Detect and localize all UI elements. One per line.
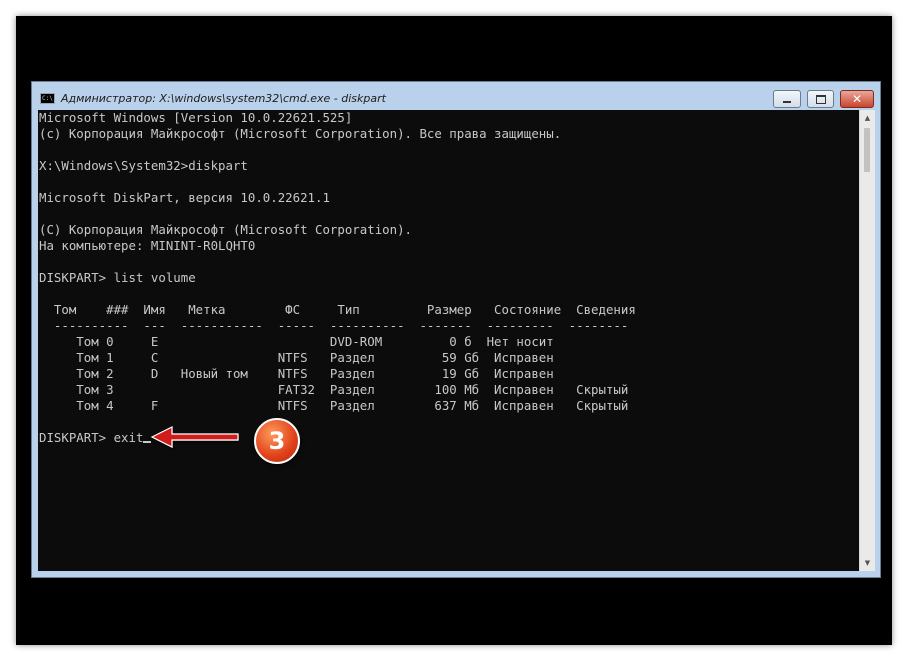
volume-table-separator: ---------- --- ----------- ----- -------…: [39, 318, 629, 333]
scrollbar-thumb[interactable]: [864, 128, 870, 172]
volume-row: Том 4 F NTFS Раздел 637 Мб Исправен Скры…: [39, 398, 629, 413]
volume-table-header: Том ### Имя Метка ФС Тип Размер Состояни…: [39, 302, 636, 317]
console-line: Microsoft DiskPart, версия 10.0.22621.1: [39, 190, 330, 205]
annotation-arrow-icon: [150, 426, 239, 448]
close-button[interactable]: ✕: [840, 90, 874, 108]
volume-row: Том 2 D Новый том NTFS Раздел 19 Gб Испр…: [39, 366, 554, 381]
step-number-badge: 3: [254, 418, 300, 464]
minimize-icon: [783, 101, 791, 103]
close-icon: ✕: [851, 92, 863, 106]
title-bar[interactable]: C:\ Администратор: X:\windows\system32\c…: [32, 82, 880, 110]
console-line: X:\Windows\System32>diskpart: [39, 158, 248, 173]
scroll-down-icon[interactable]: ▼: [862, 557, 873, 569]
prompt-command[interactable]: DISKPART> exit: [39, 430, 143, 445]
vertical-scrollbar[interactable]: ▲ ▼: [859, 110, 875, 571]
console-line: Microsoft Windows [Version 10.0.22621.52…: [39, 110, 353, 125]
scroll-up-icon[interactable]: ▲: [862, 112, 873, 124]
console-line: (c) Корпорация Майкрософт (Microsoft Cor…: [39, 126, 562, 141]
volume-row: Том 1 C NTFS Раздел 59 Gб Исправен: [39, 350, 554, 365]
console-line: DISKPART> list volume: [39, 270, 196, 285]
console-line: На компьютере: MININT-R0LQHT0: [39, 238, 256, 253]
minimize-button[interactable]: [773, 90, 801, 108]
console-output[interactable]: Microsoft Windows [Version 10.0.22621.52…: [38, 110, 859, 571]
window-title: Администратор: X:\windows\system32\cmd.e…: [61, 92, 386, 105]
maximize-icon: [815, 94, 826, 104]
cmd-icon: C:\: [40, 93, 55, 104]
volume-row: Том 3 FAT32 Раздел 100 Мб Исправен Скрыт…: [39, 382, 629, 397]
volume-row: Том 0 E DVD-ROM 0 б Нет носит: [39, 334, 554, 349]
cmd-window[interactable]: C:\ Администратор: X:\windows\system32\c…: [31, 81, 881, 578]
console-line: (C) Корпорация Майкрософт (Microsoft Cor…: [39, 222, 412, 237]
maximize-button[interactable]: [807, 90, 834, 108]
